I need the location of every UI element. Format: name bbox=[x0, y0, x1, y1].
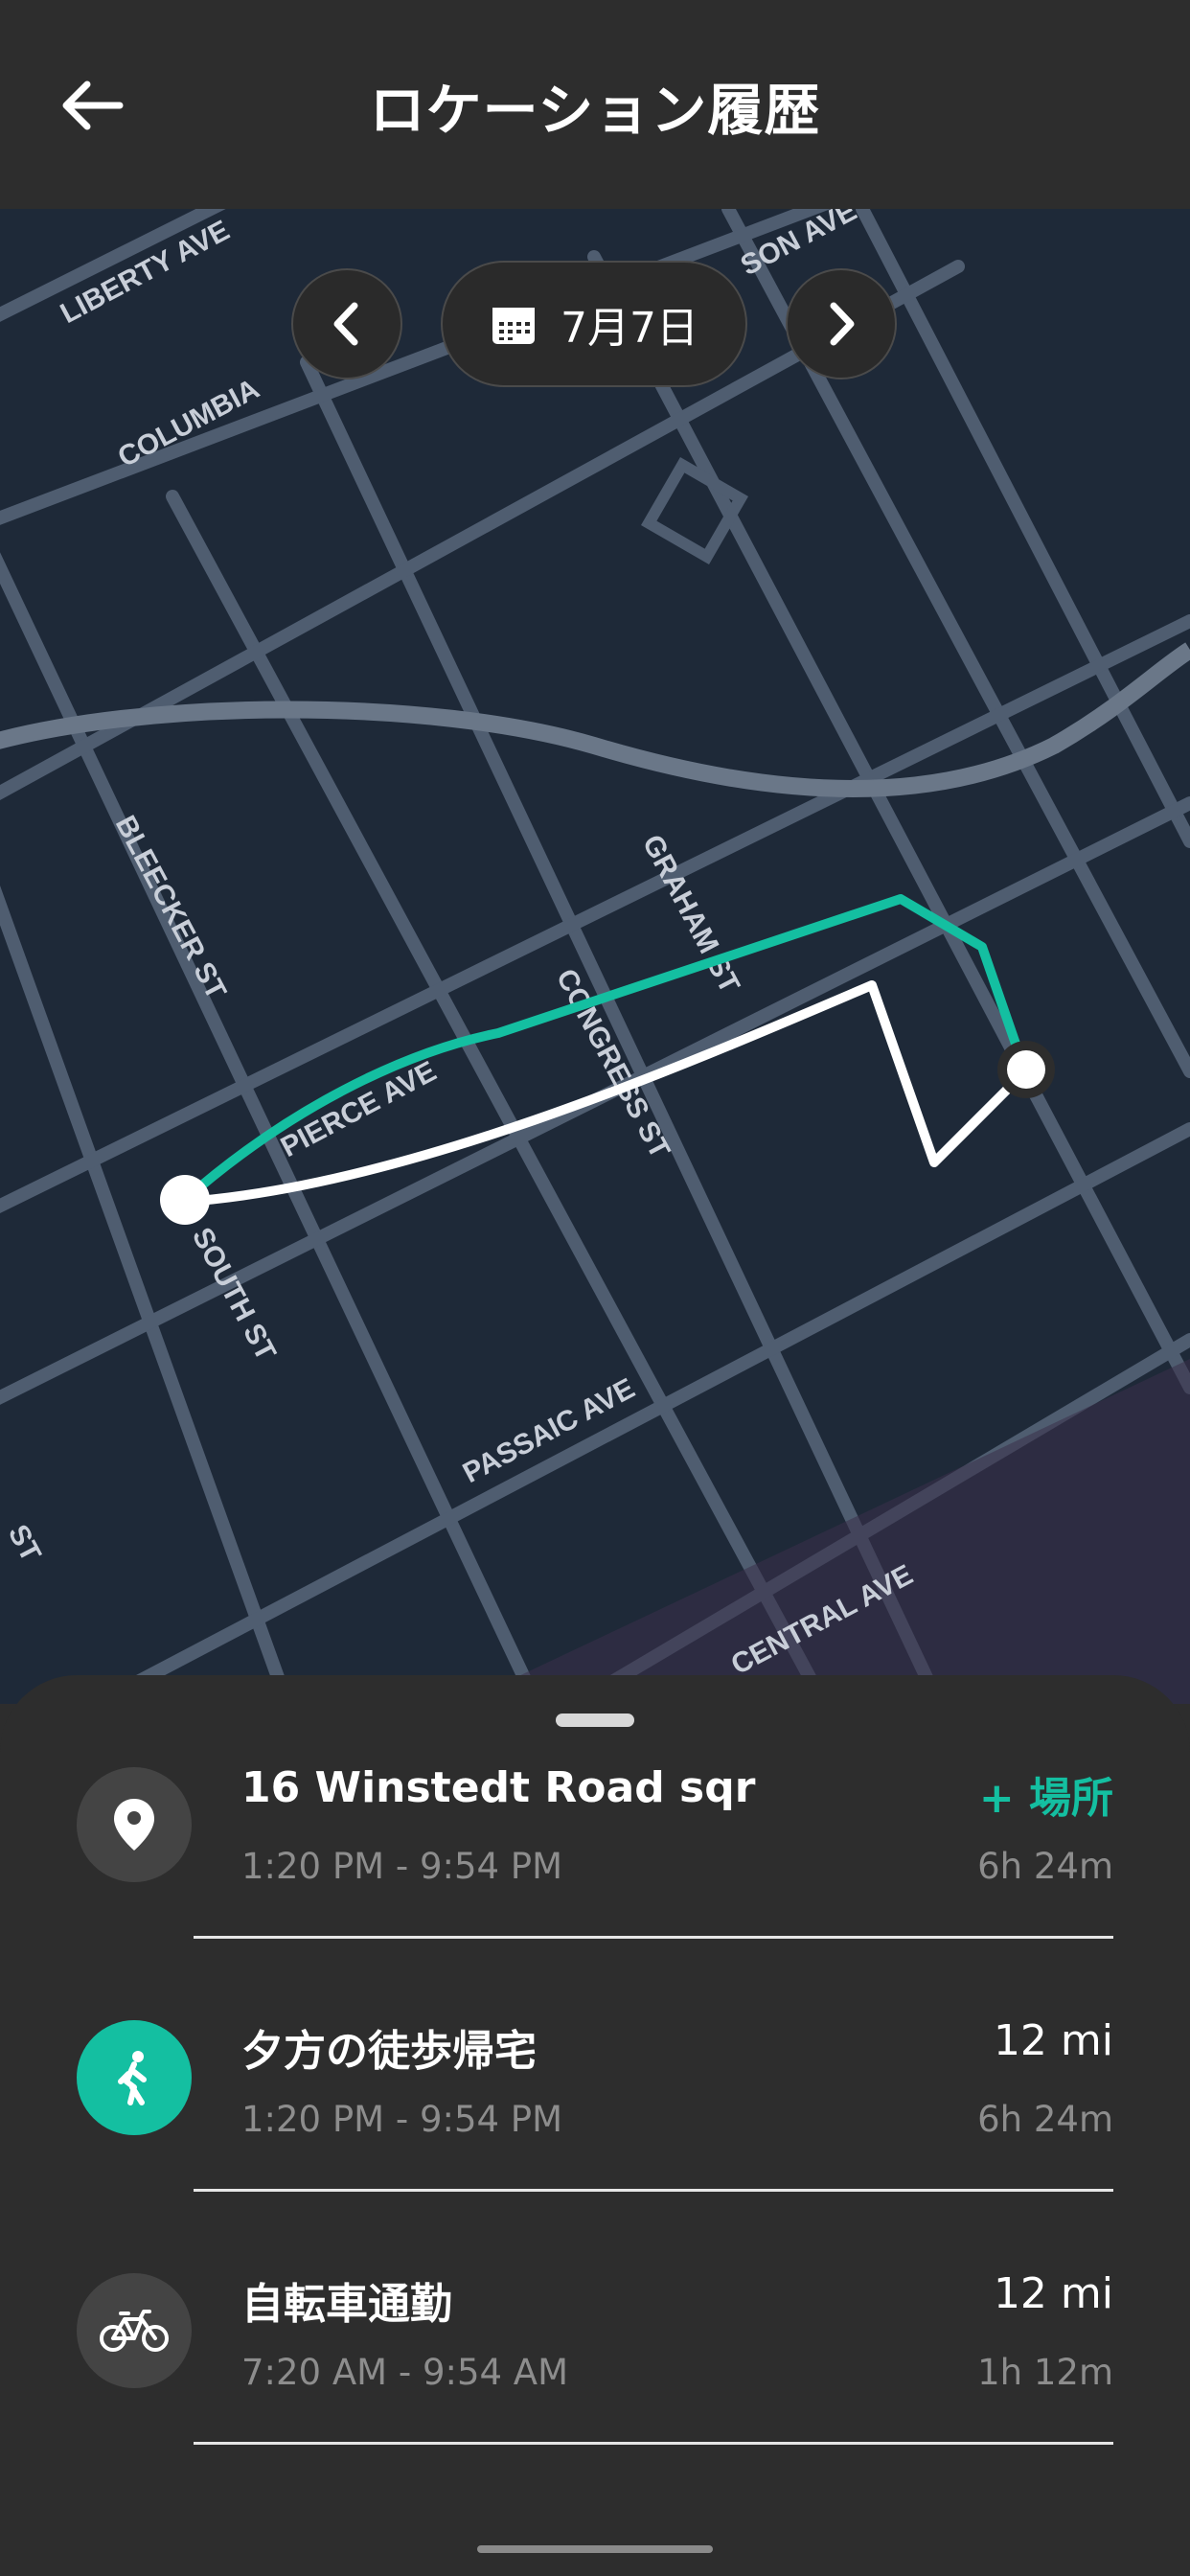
list-item[interactable]: 夕方の徒歩帰宅 1:20 PM - 9:54 PM 12 mi 6h 24m bbox=[0, 1928, 1190, 2192]
back-button[interactable] bbox=[54, 67, 130, 144]
item-name: 夕方の徒歩帰宅 bbox=[241, 2027, 537, 2076]
item-duration: 6h 24m bbox=[977, 2099, 1113, 2140]
route-start-marker bbox=[160, 1175, 210, 1225]
home-indicator[interactable] bbox=[477, 2545, 713, 2553]
add-place-button[interactable]: + 場所 bbox=[979, 1763, 1113, 1825]
divider bbox=[194, 2442, 1113, 2445]
header: ロケーション履歴 bbox=[0, 0, 1190, 209]
location-pin-icon bbox=[77, 1767, 192, 1882]
date-navigator: 7月7日 bbox=[0, 259, 1190, 389]
calendar-icon bbox=[492, 308, 535, 344]
item-time: 1:20 PM - 9:54 PM bbox=[241, 2099, 563, 2140]
next-day-button[interactable] bbox=[786, 268, 897, 380]
item-distance: 12 mi bbox=[993, 2016, 1113, 2065]
previous-day-button[interactable] bbox=[291, 268, 402, 380]
chevron-right-icon bbox=[830, 302, 855, 346]
list-item[interactable]: 16 Winstedt Road sqr 1:20 PM - 9:54 PM +… bbox=[0, 1675, 1190, 1939]
bicycle-icon bbox=[77, 2273, 192, 2388]
item-distance: 12 mi bbox=[993, 2269, 1113, 2318]
walking-icon bbox=[77, 2020, 192, 2135]
chevron-left-icon bbox=[333, 302, 358, 346]
page-title: ロケーション履歴 bbox=[369, 78, 821, 143]
item-name: 16 Winstedt Road sqr bbox=[241, 1763, 756, 1812]
map-canvas: LIBERTY AVE COLUMBIA SON AVE BLEECKER ST… bbox=[0, 209, 1190, 1704]
item-time: 1:20 PM - 9:54 PM bbox=[241, 1846, 563, 1887]
map-view[interactable]: LIBERTY AVE COLUMBIA SON AVE BLEECKER ST… bbox=[0, 209, 1190, 1704]
item-name: 自転車通勤 bbox=[241, 2280, 452, 2329]
item-duration: 1h 12m bbox=[977, 2352, 1113, 2393]
timeline-sheet[interactable]: 16 Winstedt Road sqr 1:20 PM - 9:54 PM +… bbox=[0, 1675, 1190, 2576]
item-duration: 6h 24m bbox=[977, 1846, 1113, 1887]
date-label: 7月7日 bbox=[561, 304, 698, 353]
item-time: 7:20 AM - 9:54 AM bbox=[241, 2352, 569, 2393]
list-item[interactable]: 自転車通勤 7:20 AM - 9:54 AM 12 mi 1h 12m bbox=[0, 2181, 1190, 2445]
date-picker-button[interactable]: 7月7日 bbox=[441, 261, 747, 387]
arrow-left-icon bbox=[62, 80, 124, 130]
